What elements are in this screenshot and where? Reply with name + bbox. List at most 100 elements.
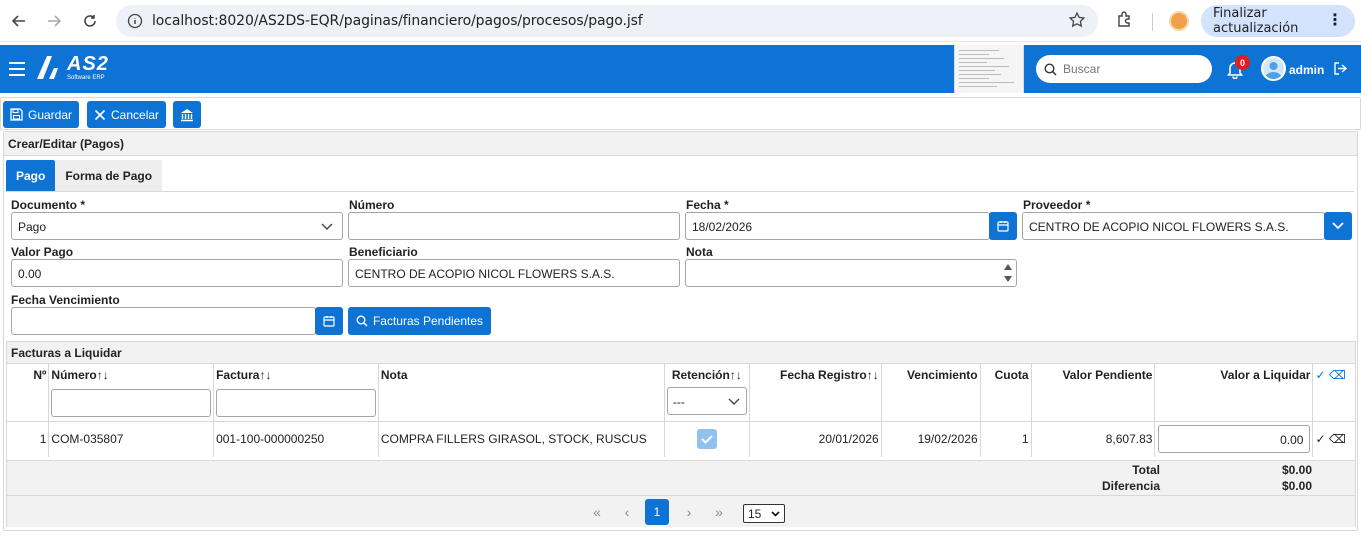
main-panel: Crear/Editar (Pagos) Pago Forma de Pago … — [3, 131, 1358, 531]
url-text[interactable]: localhost:8020/AS2DS-EQR/paginas/financi… — [152, 13, 643, 29]
action-toolbar: Guardar Cancelar — [0, 97, 1361, 130]
search-icon — [1044, 62, 1057, 76]
forward-arrow-icon[interactable] — [41, 8, 67, 34]
hamburger-menu-icon[interactable] — [8, 61, 26, 77]
app-logo[interactable]: AS2 Software ERP — [35, 54, 109, 81]
documento-select[interactable]: Pago — [11, 212, 343, 240]
documento-value: Pago — [18, 220, 47, 234]
col-header-factura[interactable]: Factura↑↓ — [213, 364, 379, 422]
logout-icon[interactable] — [1333, 61, 1348, 76]
chevron-down-icon — [321, 223, 333, 230]
sort-icon[interactable]: ↑↓ — [259, 368, 271, 382]
toolbar-separator — [1152, 13, 1153, 31]
numero-label: Número — [349, 198, 395, 212]
site-info-icon[interactable] — [124, 10, 146, 32]
logo-mark-icon — [37, 56, 58, 79]
vencimiento-calendar-button[interactable] — [315, 307, 343, 335]
retencion-filter-select[interactable]: --- — [666, 387, 747, 415]
user-avatar[interactable] — [1261, 56, 1286, 81]
numero-input[interactable] — [348, 212, 680, 240]
nota-textarea[interactable] — [685, 259, 1017, 287]
rows-per-page-select[interactable]: 15 — [743, 504, 785, 523]
valor-liquidar-input[interactable]: 0.00 — [1158, 425, 1311, 454]
eraser-all-icon[interactable]: ⌫ — [1329, 368, 1346, 382]
col-header-fecha-registro[interactable]: Fecha Registro↑↓ — [749, 364, 882, 422]
panel-title: Crear/Editar (Pagos) — [4, 132, 1357, 156]
cell-nota: COMPRA FILLERS GIRASOL, STOCK, RUSCUS — [378, 421, 665, 457]
fecha-input[interactable]: 18/02/2026 — [685, 212, 990, 240]
col-header-cuota: Cuota — [980, 364, 1032, 422]
proveedor-input[interactable]: CENTRO DE ACOPIO NICOL FLOWERS S.A.S. — [1022, 212, 1325, 240]
paginator: « ‹ 1 › » 15 — [7, 495, 1355, 527]
sort-icon[interactable]: ↑↓ — [730, 368, 742, 382]
cell-cuota: 1 — [980, 421, 1032, 457]
last-page-button[interactable]: » — [707, 499, 731, 525]
chevron-down-icon — [1332, 222, 1344, 230]
save-button-label: Guardar — [28, 107, 73, 122]
search-input[interactable] — [1063, 62, 1203, 76]
total-label: Total — [1132, 463, 1160, 477]
search-icon — [356, 315, 368, 327]
facturas-pendientes-button[interactable]: Facturas Pendientes — [348, 307, 491, 335]
tab-pago[interactable]: Pago — [6, 160, 56, 192]
update-button[interactable]: Finalizar actualización ⋮ — [1201, 5, 1355, 37]
beneficiario-label: Beneficiario — [349, 245, 418, 259]
close-icon — [94, 109, 106, 120]
col-header-numero[interactable]: Número↑↓ — [48, 364, 215, 422]
proveedor-dropdown-button[interactable] — [1324, 212, 1352, 240]
sort-icon[interactable]: ↑↓ — [867, 368, 879, 382]
notification-badge: 0 — [1235, 55, 1250, 70]
diferencia-value: $0.00 — [1281, 479, 1312, 493]
bookmark-star-icon[interactable] — [1068, 11, 1086, 29]
col-header-retencion[interactable]: Retención↑↓ --- — [664, 364, 750, 422]
col-header-valor-pendiente: Valor Pendiente — [1031, 364, 1156, 422]
facturas-pendientes-label: Facturas Pendientes — [372, 314, 484, 328]
kebab-menu-icon[interactable]: ⋮ — [1327, 12, 1343, 28]
fecha-label: Fecha * — [686, 198, 729, 212]
cell-fecha-registro: 20/01/2026 — [749, 421, 882, 457]
col-vencimiento-label: Vencimiento — [906, 368, 978, 382]
col-header-vencimiento: Vencimiento — [881, 364, 981, 422]
col-header-nota: Nota — [378, 364, 665, 422]
back-arrow-icon[interactable] — [6, 8, 32, 34]
prev-page-button[interactable]: ‹ — [615, 499, 639, 525]
fecha-vencimiento-label: Fecha Vencimiento — [11, 293, 120, 307]
logo-subtext: Software ERP — [67, 75, 105, 81]
fecha-vencimiento-input[interactable] — [11, 307, 316, 335]
chevron-down-icon — [771, 510, 780, 517]
col-valor-pendiente-label: Valor Pendiente — [1062, 368, 1153, 382]
diferencia-label: Diferencia — [1101, 479, 1160, 493]
address-bar[interactable]: localhost:8020/AS2DS-EQR/paginas/financi… — [116, 5, 1098, 37]
factura-filter-input[interactable] — [216, 389, 376, 417]
cancel-button[interactable]: Cancelar — [87, 101, 167, 128]
tab-bar: Pago Forma de Pago — [6, 160, 163, 192]
bank-button[interactable] — [173, 101, 201, 128]
check-all-icon[interactable]: ✓ — [1315, 368, 1325, 382]
reload-icon[interactable] — [77, 8, 103, 34]
fecha-calendar-button[interactable] — [989, 212, 1017, 240]
beneficiario-input[interactable]: CENTRO DE ACOPIO NICOL FLOWERS S.A.S. — [348, 259, 680, 287]
first-page-button[interactable]: « — [585, 499, 609, 525]
textarea-scroll-arrows-icon[interactable] — [1003, 262, 1013, 284]
eraser-row-icon[interactable]: ⌫ — [1329, 432, 1346, 446]
profile-avatar-icon[interactable] — [1169, 11, 1189, 31]
valor-pago-label: Valor Pago — [11, 245, 74, 259]
calendar-icon — [323, 316, 335, 327]
check-row-icon[interactable]: ✓ — [1315, 432, 1325, 446]
user-name[interactable]: admin — [1289, 63, 1324, 77]
extensions-puzzle-icon[interactable] — [1115, 10, 1135, 30]
numero-filter-input[interactable] — [51, 389, 212, 417]
cell-actions: ✓ ⌫ — [1312, 421, 1355, 457]
calendar-icon — [997, 221, 1009, 232]
retencion-checkbox[interactable] — [696, 429, 717, 450]
app-header: AS2 Software ERP 0 admin — [0, 45, 1361, 93]
sort-icon[interactable]: ↑↓ — [97, 368, 109, 382]
search-box[interactable] — [1036, 55, 1212, 83]
valor-pago-input[interactable]: 0.00 — [11, 259, 343, 287]
page-1-button[interactable]: 1 — [645, 499, 669, 525]
tab-forma-de-pago[interactable]: Forma de Pago — [55, 160, 163, 192]
save-button[interactable]: Guardar — [3, 101, 80, 128]
documento-label: Documento * — [11, 198, 86, 212]
next-page-button[interactable]: › — [677, 499, 701, 525]
cell-valor-liquidar: 0.00 — [1154, 421, 1314, 457]
